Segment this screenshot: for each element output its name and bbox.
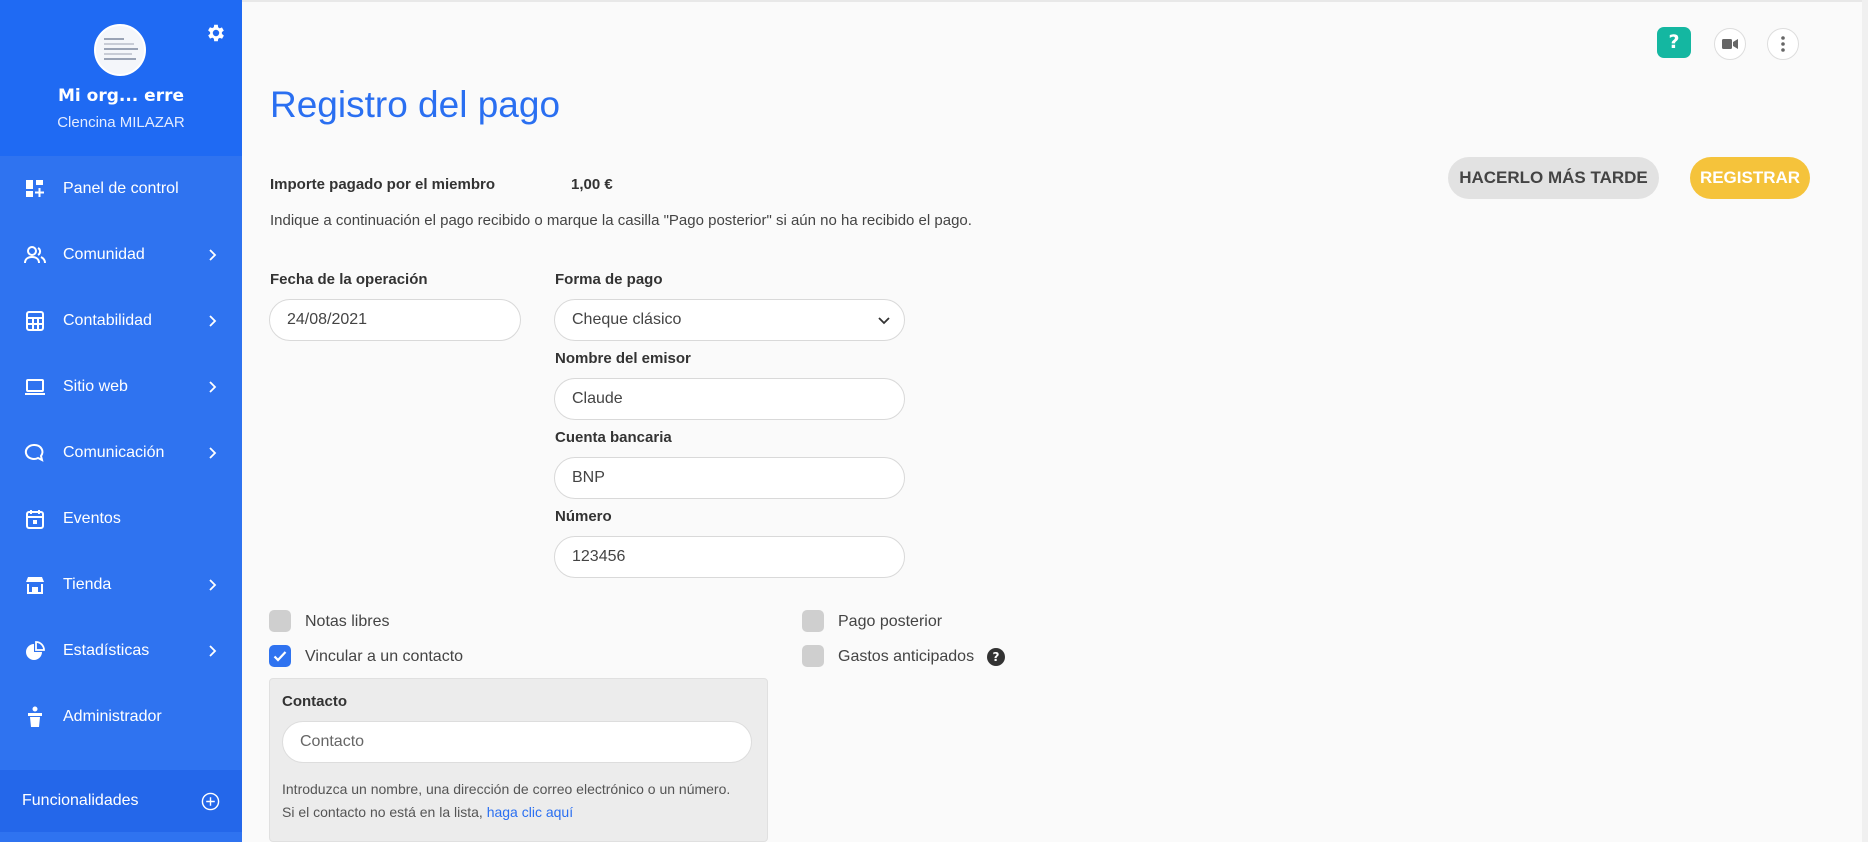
calendar-icon <box>24 508 46 530</box>
link-contact-label: Vincular a un contacto <box>305 648 464 665</box>
functionalities-label: Funcionalidades <box>22 792 139 809</box>
chevron-right-icon <box>209 381 217 393</box>
chevron-right-icon <box>209 447 217 459</box>
operation-date-field[interactable]: 24/08/2021 <box>269 299 521 341</box>
advance-expenses-label: Gastos anticipados <box>838 648 975 665</box>
sidebar-item-label: Contabilidad <box>63 312 152 329</box>
main-content: ? Registro del pago Importe pagado por e… <box>242 0 1868 842</box>
sidebar-functionalities[interactable]: Funcionalidades <box>0 770 242 832</box>
issuer-name-value: Claude <box>572 390 623 407</box>
pie-chart-icon <box>24 640 46 662</box>
operation-date-label: Fecha de la operación <box>270 271 428 288</box>
org-avatar[interactable] <box>94 24 146 76</box>
payment-method-label: Forma de pago <box>555 271 663 288</box>
sidebar-item-label: Sitio web <box>63 378 128 395</box>
admin-icon <box>24 706 46 728</box>
sidebar-header: Mi org... erre Clencina MILAZAR <box>0 0 242 156</box>
number-value: 123456 <box>572 548 626 565</box>
sidebar-item-comunicacion[interactable]: Comunicación <box>0 420 242 486</box>
contact-panel: Contacto Contacto Introduzca un nombre, … <box>269 678 768 842</box>
sidebar-item-label: Administrador <box>63 708 162 725</box>
number-label: Número <box>555 508 612 525</box>
operation-date-value: 24/08/2021 <box>287 311 368 328</box>
laptop-icon <box>24 376 46 398</box>
sidebar-item-sitio-web[interactable]: Sitio web <box>0 354 242 420</box>
sidebar-item-label: Estadísticas <box>63 642 150 659</box>
sidebar: Mi org... erre Clencina MILAZAR Panel de… <box>0 0 242 842</box>
bank-account-label: Cuenta bancaria <box>555 429 672 446</box>
link-contact-checkbox[interactable] <box>269 645 291 667</box>
chevron-right-icon <box>209 315 217 327</box>
help-icon[interactable]: ? <box>1657 27 1691 58</box>
contact-help-line: Si el contacto no está en la lista, haga… <box>282 804 573 820</box>
chevron-right-icon <box>209 645 217 657</box>
contact-placeholder: Contacto <box>300 733 365 750</box>
sidebar-item-contabilidad[interactable]: Contabilidad <box>0 288 242 354</box>
payment-method-select[interactable]: Cheque clásico <box>554 299 905 341</box>
page-description: Indique a continuación el pago recibido … <box>270 212 972 229</box>
sidebar-item-estadisticas[interactable]: Estadísticas <box>0 618 242 684</box>
sidebar-item-eventos[interactable]: Eventos <box>0 486 242 552</box>
video-icon[interactable] <box>1714 28 1746 60</box>
sidebar-item-label: Tienda <box>63 576 112 593</box>
number-field[interactable]: 123456 <box>554 536 905 578</box>
sidebar-item-tienda[interactable]: Tienda <box>0 552 242 618</box>
sidebar-item-label: Panel de control <box>63 180 179 197</box>
free-notes-label: Notas libres <box>305 613 390 630</box>
sidebar-item-administrador[interactable]: Administrador <box>0 684 242 750</box>
create-contact-link[interactable]: haga clic aquí <box>487 804 573 820</box>
check-icon <box>273 651 287 662</box>
later-payment-checkbox[interactable] <box>802 610 824 632</box>
contact-search-input[interactable]: Contacto <box>282 721 752 763</box>
chevron-down-icon <box>878 317 890 325</box>
community-icon <box>24 244 46 266</box>
contact-help-prefix: Si el contacto no está en la lista, <box>282 804 483 820</box>
add-circle-icon[interactable] <box>201 792 220 811</box>
payment-method-value: Cheque clásico <box>572 311 682 328</box>
contact-help-text: Introduzca un nombre, una dirección de c… <box>282 781 731 797</box>
page-title: Registro del pago <box>270 84 561 125</box>
chevron-right-icon <box>209 579 217 591</box>
amount-label: Importe pagado por el miembro <box>270 176 496 193</box>
issuer-name-field[interactable]: Claude <box>554 378 905 420</box>
amount-value: 1,00 € <box>571 176 613 193</box>
register-button[interactable]: REGISTRAR <box>1690 157 1810 199</box>
sidebar-item-label: Eventos <box>63 510 121 527</box>
user-name: Clencina MILAZAR <box>57 114 185 131</box>
org-name: Mi org... erre <box>57 86 184 106</box>
sidebar-item-label: Comunicación <box>63 444 165 461</box>
sidebar-item-comunidad[interactable]: Comunidad <box>0 222 242 288</box>
sidebar-item-panel-de-control[interactable]: Panel de control <box>0 156 242 222</box>
later-payment-label: Pago posterior <box>838 613 943 630</box>
issuer-name-label: Nombre del emisor <box>555 350 691 367</box>
do-later-button[interactable]: HACERLO MÁS TARDE <box>1448 157 1659 199</box>
help-circle-icon[interactable]: ? <box>987 648 1005 666</box>
sidebar-item-label: Comunidad <box>63 246 145 263</box>
bank-account-value: BNP <box>572 469 605 486</box>
calculator-icon <box>24 310 46 332</box>
more-options-icon[interactable] <box>1767 28 1799 60</box>
free-notes-checkbox[interactable] <box>269 610 291 632</box>
page-scrollbar[interactable] <box>1862 0 1868 842</box>
chat-icon <box>24 442 46 464</box>
chevron-right-icon <box>209 249 217 261</box>
sidebar-nav: Panel de control Comunidad Contabilidad … <box>0 156 242 750</box>
store-icon <box>24 574 46 596</box>
dashboard-icon <box>24 178 46 200</box>
contact-label: Contacto <box>282 693 347 710</box>
gear-icon[interactable] <box>205 22 227 44</box>
advance-expenses-checkbox[interactable] <box>802 645 824 667</box>
top-divider <box>242 0 1868 2</box>
bank-account-field[interactable]: BNP <box>554 457 905 499</box>
